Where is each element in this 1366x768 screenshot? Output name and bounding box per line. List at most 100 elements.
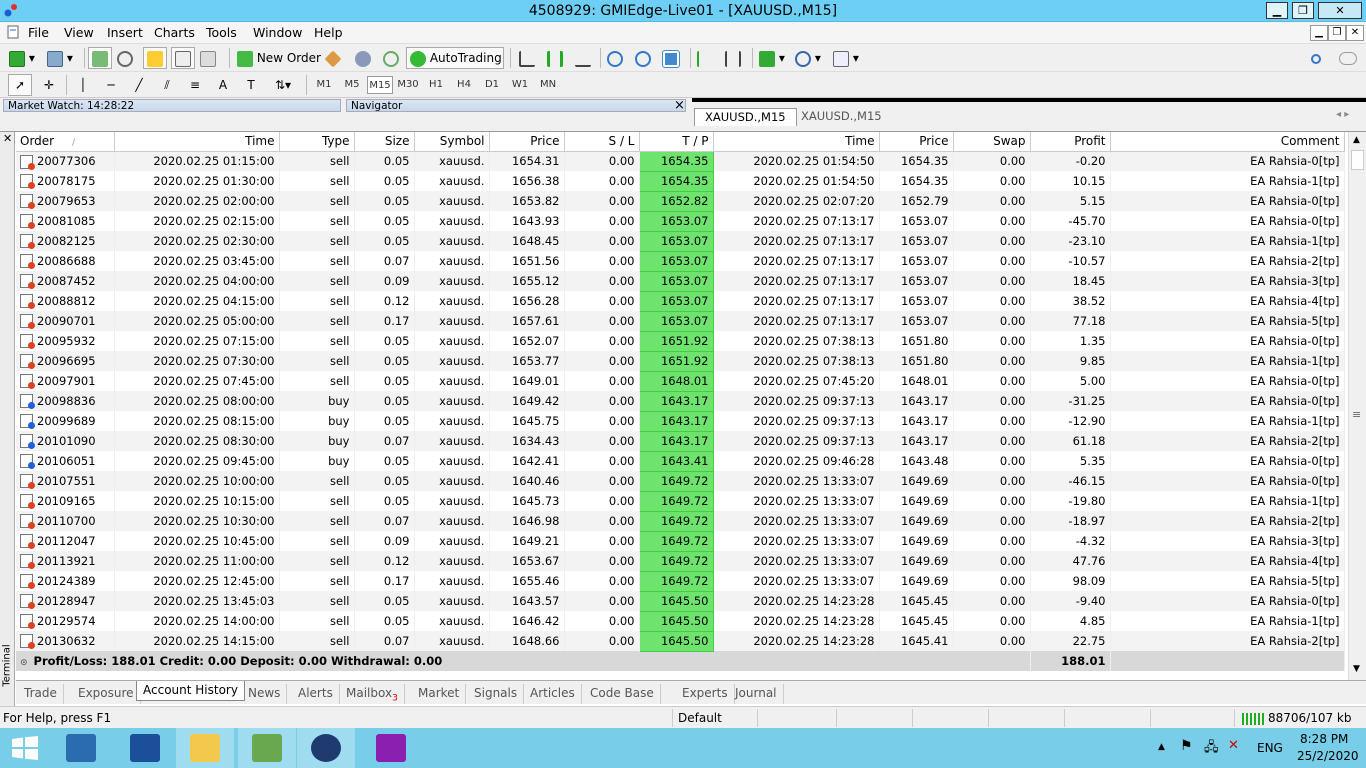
fibonacci-tool[interactable]: ≡	[186, 74, 204, 96]
table-row[interactable]: 20087452 2020.02.25 04:00:00 sell 0.09 xauus…	[16, 270, 1345, 292]
menu-insert[interactable]: Insert	[107, 25, 143, 40]
col-order[interactable]: Order /	[16, 132, 115, 152]
strategy-tester-button[interactable]	[199, 47, 217, 69]
table-row[interactable]: 20082125 2020.02.25 02:30:00 sell 0.05 xauus…	[16, 230, 1345, 252]
menu-charts[interactable]: Charts	[154, 25, 195, 40]
table-row[interactable]: 20109165 2020.02.25 10:15:00 sell 0.05 xauus…	[16, 490, 1345, 512]
scroll-up-icon[interactable]: ▲	[1353, 135, 1360, 145]
search-button[interactable]	[1310, 47, 1322, 69]
tab-alerts[interactable]: Alerts	[292, 684, 340, 704]
menu-help[interactable]: Help	[314, 25, 343, 40]
autotrading-button[interactable]: AutoTrading	[406, 47, 504, 69]
table-row[interactable]: 20077306 2020.02.25 01:15:00 sell 0.05 xauus…	[16, 150, 1345, 172]
timeframe-m15[interactable]: M15	[367, 76, 393, 94]
candlestick-button[interactable]	[546, 47, 564, 69]
trendline-tool[interactable]: ╱	[130, 74, 148, 96]
timeframe-m30[interactable]: M30	[395, 76, 421, 94]
zoom-in-button[interactable]	[606, 47, 624, 69]
table-row[interactable]: 20097901 2020.02.25 07:45:00 sell 0.05 xauus…	[16, 370, 1345, 392]
channel-tool[interactable]: ⫽	[158, 74, 176, 96]
table-row[interactable]: 20079653 2020.02.25 02:00:00 sell 0.05 xauus…	[16, 190, 1345, 212]
market-watch-toggle[interactable]	[88, 47, 112, 69]
scroll-down-icon[interactable]: ▼	[1353, 664, 1360, 674]
table-row[interactable]: 20112047 2020.02.25 10:45:00 sell 0.09 xauus…	[16, 530, 1345, 552]
minimize-button[interactable]: ▁	[1266, 2, 1288, 19]
tab-trade[interactable]: Trade	[18, 684, 64, 704]
table-row[interactable]: 20090701 2020.02.25 05:00:00 sell 0.17 xauus…	[16, 310, 1345, 332]
data-window-button[interactable]	[116, 47, 134, 69]
navigator-title[interactable]: Navigator	[346, 99, 686, 112]
table-row[interactable]: 20124389 2020.02.25 12:45:00 sell 0.17 xauus…	[16, 570, 1345, 592]
table-row[interactable]: 20086688 2020.02.25 03:45:00 sell 0.07 xauus…	[16, 250, 1345, 272]
taskbar-server-manager[interactable]	[52, 728, 110, 768]
vertical-line-tool[interactable]: │	[76, 74, 90, 96]
table-row[interactable]: 20113921 2020.02.25 11:00:00 sell 0.12 xauus…	[16, 550, 1345, 572]
text-label-tool[interactable]: T	[242, 74, 260, 96]
tab-market[interactable]: Market	[412, 684, 467, 704]
mdi-close-button[interactable]: ✕	[1346, 25, 1364, 41]
arrows-tool[interactable]: ⇅▾	[268, 74, 298, 96]
horizontal-line-tool[interactable]: ─	[102, 74, 120, 96]
tile-windows-button[interactable]	[662, 47, 680, 69]
market-watch-title[interactable]: Market Watch: 14:28:22	[3, 99, 341, 112]
bar-chart-button[interactable]	[518, 47, 536, 69]
tab-exposure[interactable]: Exposure	[72, 684, 141, 704]
table-row[interactable]: 20095932 2020.02.25 07:15:00 sell 0.05 xauus…	[16, 330, 1345, 352]
table-row[interactable]: 20088812 2020.02.25 04:15:00 sell 0.12 xauus…	[16, 290, 1345, 312]
col-time[interactable]: Time	[114, 132, 280, 152]
indicators-button[interactable]: ▾	[758, 47, 786, 69]
table-row[interactable]: 20128947 2020.02.25 13:45:03 sell 0.05 xauus…	[16, 590, 1345, 612]
table-row[interactable]: 20081085 2020.02.25 02:15:00 sell 0.05 xauus…	[16, 210, 1345, 232]
taskbar-gmi-terminal[interactable]	[297, 728, 355, 768]
scroll-thumb[interactable]	[1351, 150, 1364, 170]
timeframe-m1[interactable]: M1	[311, 76, 337, 94]
table-row[interactable]: 20130632 2020.02.25 14:15:00 sell 0.07 xauus…	[16, 630, 1345, 652]
navigator-toggle[interactable]	[143, 47, 167, 69]
line-chart-button[interactable]	[574, 47, 592, 69]
taskbar-remote-app[interactable]	[238, 728, 296, 768]
periods-button[interactable]: ▾	[794, 47, 822, 69]
new-order-button[interactable]: New Order	[236, 47, 322, 69]
menu-window[interactable]: Window	[253, 25, 302, 40]
col-size[interactable]: Size	[354, 132, 415, 152]
col-comment[interactable]: Comment	[1110, 132, 1345, 152]
tab-news[interactable]: News	[242, 684, 288, 704]
chart-tabs-scroll[interactable]: ◂ ▸	[1336, 109, 1349, 120]
crosshair-tool[interactable]: ✛	[38, 74, 60, 96]
table-row[interactable]: 20078175 2020.02.25 01:30:00 sell 0.05 xauus…	[16, 170, 1345, 192]
tab-mailbox[interactable]: Mailbox3	[340, 684, 405, 704]
timeframe-d1[interactable]: D1	[479, 76, 505, 94]
close-button[interactable]: ✕	[1318, 2, 1362, 19]
chart-tab-2[interactable]: XAUUSD.,M15	[791, 108, 892, 126]
network-tray-icon[interactable]: 🖧	[1204, 738, 1219, 760]
signals-button[interactable]	[382, 47, 400, 69]
tab-code-base[interactable]: Code Base	[584, 684, 661, 704]
table-row[interactable]: 20096695 2020.02.25 07:30:00 sell 0.05 xauus…	[16, 350, 1345, 372]
col-symbol[interactable]: Symbol	[414, 132, 490, 152]
col-type[interactable]: Type	[279, 132, 355, 152]
table-row[interactable]: 20099689 2020.02.25 08:15:00 buy 0.05 xauusd…	[16, 410, 1345, 432]
tab-articles[interactable]: Articles	[524, 684, 582, 704]
start-button[interactable]	[0, 728, 58, 768]
zoom-out-button[interactable]	[634, 47, 652, 69]
col-tp[interactable]: T / P	[639, 132, 714, 152]
tab-signals[interactable]: Signals	[468, 684, 525, 704]
col-swap[interactable]: Swap	[953, 132, 1031, 152]
document-icon[interactable]	[6, 25, 20, 39]
clock-time[interactable]: 8:28 PM	[1300, 732, 1348, 746]
table-row[interactable]: 20110700 2020.02.25 10:30:00 sell 0.07 xauus…	[16, 510, 1345, 532]
new-chart-button[interactable]: ▾	[8, 47, 36, 69]
tab-experts[interactable]: Experts	[676, 684, 735, 704]
terminal-close-button[interactable]: ✕	[3, 132, 12, 145]
clock-date[interactable]: 25/2/2020	[1297, 749, 1359, 763]
templates-button[interactable]: ▾	[832, 47, 860, 69]
tab-journal[interactable]: Journal	[729, 684, 784, 704]
chart-shift-button[interactable]	[724, 47, 742, 69]
text-tool[interactable]: A	[214, 74, 232, 96]
terminal-scrollbar[interactable]: ▲ ≡ ▼	[1348, 132, 1366, 687]
table-row[interactable]: 20129574 2020.02.25 14:00:00 sell 0.05 xauus…	[16, 610, 1345, 632]
profiles-button[interactable]: ▾	[46, 47, 74, 69]
timeframe-h1[interactable]: H1	[423, 76, 449, 94]
mdi-minimize-button[interactable]: ▁	[1310, 25, 1328, 41]
taskbar-search-app[interactable]	[362, 728, 420, 768]
